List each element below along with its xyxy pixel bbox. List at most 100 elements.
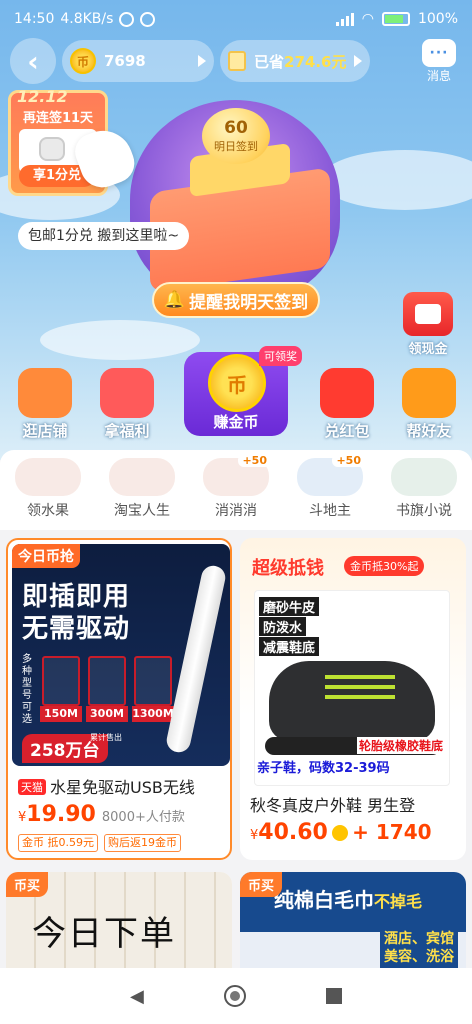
shop-icon	[18, 368, 72, 418]
chevron-right-icon	[198, 55, 206, 67]
product-title: 秋冬真皮户外鞋 男生登	[250, 796, 416, 815]
game-novel[interactable]: 书旗小说	[384, 458, 464, 520]
app-notification-icon	[140, 11, 156, 27]
feature-text: 亲子鞋，码数32-39码	[255, 757, 392, 776]
game-doudizhu[interactable]: +50 斗地主	[290, 454, 370, 520]
product-image: 磨砂牛皮 防泼水 减震鞋底 轮胎级橡胶鞋底 亲子鞋，码数32-39码	[254, 590, 450, 786]
coin-buy-badge: 币买	[240, 872, 283, 897]
coin-buy-badge: 币买	[6, 872, 49, 897]
game-label: 领水果	[27, 503, 69, 519]
handwriting-overlay: 今日下单	[32, 914, 176, 954]
ad-sales-sub: 累计售出	[90, 733, 122, 742]
checkin-orb[interactable]: 60 明日签到	[202, 108, 270, 164]
feature-text: 减震鞋底	[259, 637, 320, 656]
saved-prefix: 已省	[254, 52, 285, 71]
remind-label: 提醒我明天签到	[189, 292, 309, 313]
red-packet-icon	[403, 292, 453, 336]
home-icon[interactable]	[223, 985, 246, 1007]
coin-balance-pill[interactable]: 币 7698	[62, 40, 214, 82]
game-label: 淘宝人生	[114, 503, 170, 519]
today-deal-badge: 今日币抢	[12, 544, 80, 568]
checkin-coins: 60	[224, 118, 248, 138]
action-help-friend-button[interactable]: 帮好友	[394, 368, 464, 441]
feature-text: 磨砂牛皮	[259, 597, 320, 616]
ad-headline: 纯棉白毛巾不掉毛	[274, 888, 423, 912]
coin-icon	[402, 368, 456, 418]
status-bar: 14:50 4.8KB/s ◠ 100%	[0, 0, 472, 38]
gold-coin-icon: 币	[208, 354, 266, 412]
ad-headline: 无需驱动	[22, 614, 131, 644]
feature-text: 防泼水	[259, 617, 307, 636]
card-icon: +50	[297, 454, 365, 496]
earn-coins-label: 赚金币	[213, 413, 259, 431]
usb-dongle-icon	[88, 656, 126, 706]
model-tag: 150M	[40, 706, 82, 722]
game-label: 书旗小说	[396, 503, 452, 519]
back-button[interactable]: ‹	[10, 38, 56, 84]
signal-icon	[335, 12, 354, 26]
saved-amount-pill[interactable]: 已省 274.6元	[220, 40, 370, 82]
feature-text: 轮胎级橡胶鞋底	[356, 737, 445, 754]
game-label: 消消消	[215, 503, 257, 519]
cashback-badge: 购后返19金币	[104, 834, 181, 852]
action-label: 逛店铺	[22, 422, 68, 440]
game-fruit[interactable]: 领水果	[8, 458, 88, 520]
product-title: 天猫 水星免驱动USB无线	[18, 774, 230, 798]
receipt-icon	[228, 51, 246, 71]
apple-icon	[15, 458, 81, 496]
streak-text: 再连签11天	[22, 111, 94, 126]
battery-icon	[381, 12, 410, 26]
earbuds-icon	[39, 137, 65, 161]
status-net-speed: 4.8KB/s	[60, 11, 114, 27]
ad-side-text: 多种型号可选	[22, 654, 32, 725]
section-header: 超级抵钱	[252, 558, 324, 579]
usb-dongle-icon	[134, 656, 172, 706]
action-redeem-red-packet-button[interactable]: 兑红包	[312, 368, 382, 441]
game-label: 斗地主	[309, 503, 351, 519]
book-icon	[391, 458, 457, 496]
status-time: 14:50	[14, 11, 55, 27]
promo-date: 12.12	[17, 87, 68, 106]
product-card[interactable]: 超级抵钱 金币抵30%起 磨砂牛皮 防泼水 减震鞋底 轮胎级橡胶鞋底 亲子鞋，码…	[240, 538, 466, 860]
shoe-lace	[325, 675, 395, 679]
action-welfare-button[interactable]: 拿福利	[92, 368, 162, 441]
avatar-icon	[109, 458, 175, 496]
action-label: 拿福利	[104, 422, 150, 440]
coin-icon	[332, 825, 349, 841]
usb-dongle-icon	[42, 656, 80, 706]
nav-back-button[interactable]: ◀	[130, 986, 144, 1007]
bell-icon: 🔔	[163, 290, 186, 310]
claimable-badge: 可领奖	[259, 346, 302, 366]
top-bar: ‹ 币 7698 已省 274.6元 ··· 消息	[10, 38, 462, 84]
candy-icon: +50	[203, 454, 271, 496]
remind-checkin-button[interactable]: 🔔 提醒我明天签到	[152, 282, 320, 318]
app-root: 14:50 4.8KB/s ◠ 100% ‹ 币 7698 已省 274.6元 …	[0, 0, 472, 1024]
coin-price: + 1740	[352, 820, 432, 844]
product-price: ¥19.90 8000+人付款	[18, 802, 185, 827]
red-envelope-icon	[320, 368, 374, 418]
bonus-badge: +50	[238, 454, 271, 467]
coin-deduct-badge: 金币 抵0.59元	[18, 834, 98, 852]
product-badges: 金币 抵0.59元 购后返19金币	[18, 834, 181, 852]
action-shop-button[interactable]: 逛店铺	[10, 368, 80, 441]
product-card[interactable]: 今日币抢 即插即用 无需驱动 多种型号可选 150M 300M 1300M 25…	[6, 538, 232, 860]
model-tag: 1300M	[132, 706, 174, 722]
action-label: 兑红包	[324, 422, 370, 440]
sold-count: 8000+人付款	[101, 810, 185, 825]
product-image: 今日币抢 即插即用 无需驱动 多种型号可选 150M 300M 1300M 25…	[12, 544, 230, 766]
tip-bubble: 包邮1分兑 搬到这里啦~	[18, 222, 190, 250]
discount-pill: 金币抵30%起	[344, 556, 425, 576]
earn-coins-button[interactable]: 币 赚金币 可领奖	[184, 346, 302, 436]
system-nav-bar: ◀	[0, 968, 472, 1024]
game-taobao-life[interactable]: 淘宝人生	[102, 458, 182, 520]
recent-apps-icon[interactable]	[325, 988, 342, 1004]
games-strip: 领水果 淘宝人生 +50 消消消 +50 斗地主 书旗小说	[0, 450, 472, 530]
cash-red-packet-button[interactable]: 领现金	[400, 292, 456, 357]
coin-balance: 7698	[104, 52, 146, 70]
messages-button[interactable]: ··· 消息	[416, 38, 462, 84]
checkin-label: 明日签到	[214, 140, 258, 153]
game-match[interactable]: +50 消消消	[196, 454, 276, 520]
coin-icon: 币	[70, 48, 96, 74]
action-label: 帮好友	[406, 422, 452, 440]
ad-tag: 酒店、宾馆 美容、洗浴	[380, 928, 458, 968]
